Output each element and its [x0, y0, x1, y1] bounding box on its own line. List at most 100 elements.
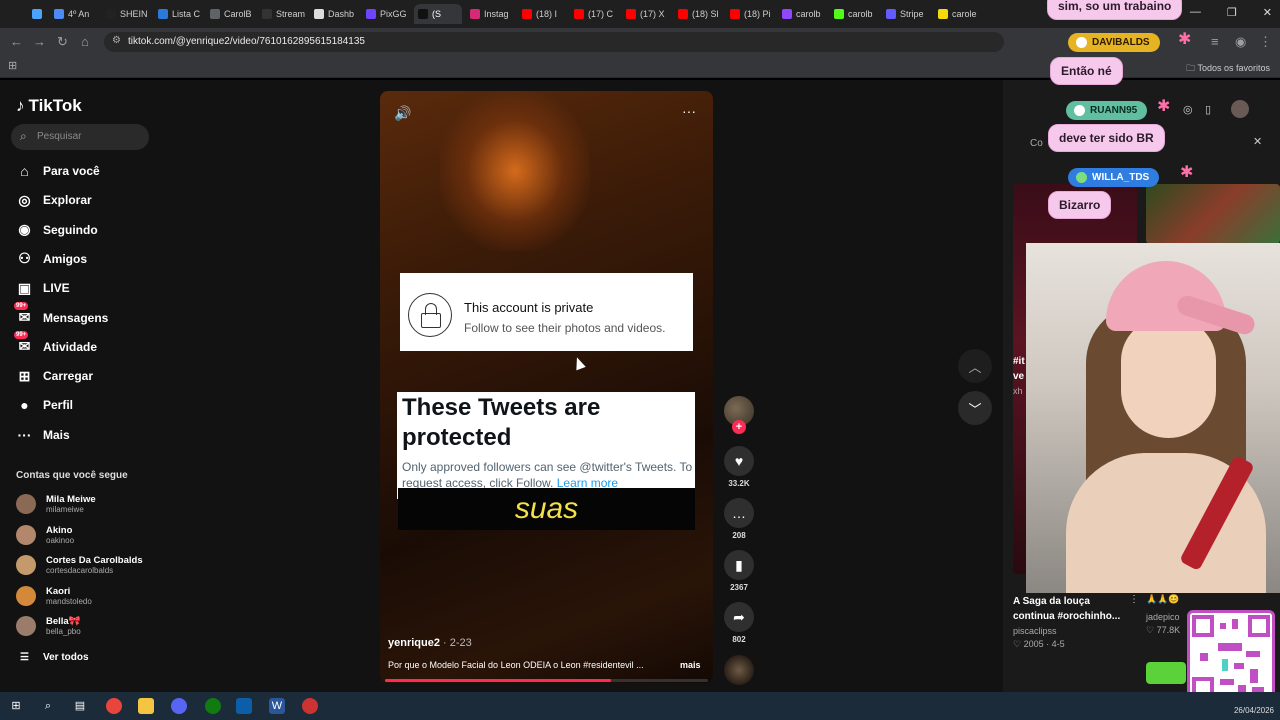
browser-tab[interactable]: SHEIN	[102, 4, 150, 24]
nav-item[interactable]: ⌂ Para você	[16, 161, 99, 181]
next-video-button[interactable]: ﹀	[958, 391, 992, 425]
user-avatar[interactable]	[1231, 100, 1249, 118]
browser-tab[interactable]	[28, 4, 46, 24]
word-icon[interactable]: W	[269, 698, 285, 714]
nav-item[interactable]: ● Perfil	[16, 395, 73, 415]
nav-item[interactable]: ✉ 99+ Mensagens	[14, 302, 108, 328]
video-thumbnail[interactable]	[1146, 662, 1186, 684]
nav-item[interactable]: ◉ Seguindo	[16, 220, 97, 240]
video-player[interactable]: 🔊 ··· This account is private Follow to …	[380, 91, 713, 683]
restore-icon[interactable]: ❐	[1227, 6, 1237, 19]
save-button[interactable]: ▮ 2367	[724, 550, 754, 592]
caption-more-button[interactable]: mais	[680, 660, 701, 670]
video-title[interactable]: 🙏🙏😊	[1146, 594, 1180, 605]
forward-icon[interactable]: →	[33, 34, 46, 49]
all-bookmarks[interactable]: 🗀 Todos os favoritos	[1186, 61, 1270, 77]
site-info-icon[interactable]: ⚙	[112, 35, 121, 46]
followed-account[interactable]: Cortes Da Carolbalds cortesdacarolbalds	[16, 555, 143, 575]
back-icon[interactable]: ←	[10, 34, 23, 49]
avatar	[16, 524, 36, 545]
nav-item[interactable]: ✉ 99+ Atividade	[14, 331, 97, 357]
followed-account[interactable]: Bella🎀 bella_pbo	[16, 616, 81, 636]
browser-tab[interactable]: Instag	[466, 4, 514, 24]
menu-icon[interactable]: ⋮	[1259, 34, 1272, 50]
tab-favicon-icon	[32, 9, 42, 19]
minimize-icon[interactable]: —	[1190, 6, 1201, 19]
tab-label: (17) C	[588, 9, 614, 19]
file-explorer-icon[interactable]	[138, 698, 154, 714]
browser-tab[interactable]: carole	[934, 4, 982, 24]
browser-tab[interactable]: (17) C	[570, 4, 618, 24]
compass-small-icon[interactable]: ◎	[1183, 103, 1193, 116]
followed-account[interactable]: Kaori mandstoledo	[16, 585, 92, 606]
tab-comments[interactable]: Co	[1030, 138, 1043, 149]
task-view-icon[interactable]: ▤	[72, 698, 88, 714]
browser-tab[interactable]: carolb	[778, 4, 826, 24]
nav-item[interactable]: ⊞ Carregar	[16, 366, 93, 386]
nav-item[interactable]: ▣ LIVE	[16, 278, 70, 298]
browser-tab[interactable]: Lista C	[154, 4, 202, 24]
home-icon[interactable]: ⌂	[81, 34, 89, 49]
nav-item[interactable]: ··· Mais	[16, 425, 70, 445]
video-author[interactable]: yenrique2 · 2-23	[388, 637, 472, 649]
browser-tab[interactable]: (18) Sl	[674, 4, 722, 24]
close-icon[interactable]: ✕	[1253, 135, 1262, 148]
options-icon[interactable]: ⋮	[1129, 594, 1139, 605]
search-input[interactable]: ⌕ Pesquisar	[11, 124, 149, 150]
followed-account[interactable]: Mila Meiwe milameiwe	[16, 494, 96, 514]
browser-tab[interactable]: CarolB	[206, 4, 254, 24]
nav-item[interactable]: ◎ Explorar	[16, 190, 91, 210]
profile-icon[interactable]: ◉	[1235, 34, 1246, 50]
tiktok-logo[interactable]: ♪ TikTok	[16, 96, 82, 116]
video-thumbnail[interactable]	[1146, 184, 1280, 244]
browser-tab[interactable]: Stream	[258, 4, 306, 24]
search-icon[interactable]: ⌕	[40, 698, 56, 714]
chat-user-text: WILLA_TDS	[1092, 172, 1150, 183]
browser-tab[interactable]: (18) I	[518, 4, 566, 24]
tab-favicon-icon	[158, 9, 168, 19]
video-options-icon[interactable]: ···	[682, 103, 696, 119]
nav-item[interactable]: ⚇ Amigos	[16, 249, 87, 269]
tweets-body-text: Only approved followers can see @twitter…	[402, 460, 693, 490]
browser-tab[interactable]: PixGG	[362, 4, 410, 24]
video-caption: Por que o Modelo Facial do Leon ODEIA o …	[388, 660, 701, 670]
chat-username: RUANN95	[1066, 101, 1148, 120]
account-name: Mila Meiwe	[46, 494, 96, 505]
follow-plus-icon[interactable]: +	[732, 420, 746, 434]
windows-start-icon[interactable]: ⊞	[8, 698, 24, 714]
browser-tab[interactable]: Stripe	[882, 4, 930, 24]
xbox-icon[interactable]	[205, 698, 221, 714]
browser-tab[interactable]: (18) Pi	[726, 4, 774, 24]
browser-tab[interactable]: carolb	[830, 4, 878, 24]
video-user[interactable]: jadepico	[1146, 612, 1180, 622]
close-window-icon[interactable]: ✕	[1263, 6, 1272, 19]
browser-tab[interactable]: (17) X	[622, 4, 670, 24]
defender-icon[interactable]	[236, 698, 252, 714]
tab-favicon-icon	[470, 9, 480, 19]
video-title[interactable]: A Saga da louça continua #orochinho...	[1013, 594, 1123, 624]
browser-tab[interactable]: 4º An	[50, 4, 98, 24]
device-icon[interactable]: ▯	[1205, 103, 1211, 116]
volume-icon[interactable]: 🔊	[394, 105, 411, 122]
discord-icon[interactable]	[171, 698, 187, 714]
browser-tab[interactable]: Dashb	[310, 4, 358, 24]
obs-icon[interactable]	[302, 698, 318, 714]
music-disc-icon[interactable]	[724, 655, 754, 685]
extensions-icon[interactable]: ≡	[1211, 34, 1219, 49]
video-progress-bar[interactable]	[385, 679, 708, 682]
tab-label: carolb	[848, 9, 873, 19]
see-all-button[interactable]: ☰ Ver todos	[20, 652, 89, 663]
browser-tab[interactable]: (S	[414, 4, 462, 24]
chrome-icon[interactable]	[106, 698, 122, 714]
like-button[interactable]: ♥ 33.2K	[724, 446, 754, 488]
comment-button[interactable]: … 208	[724, 498, 754, 540]
url-field[interactable]: ⚙ tiktok.com/@yenrique2/video/7610162895…	[104, 32, 1004, 52]
chat-user-text: DAVIBALDS	[1092, 37, 1150, 48]
reload-icon[interactable]: ↻	[57, 34, 68, 50]
share-button[interactable]: ➦ 802	[724, 602, 754, 644]
account-handle: cortesdacarolbalds	[46, 566, 114, 575]
previous-video-button[interactable]: ︿	[958, 349, 992, 383]
apps-icon[interactable]: ⊞	[8, 59, 17, 72]
video-user[interactable]: piscaclipss	[1013, 626, 1057, 636]
followed-account[interactable]: Akino oakinoo	[16, 524, 74, 545]
